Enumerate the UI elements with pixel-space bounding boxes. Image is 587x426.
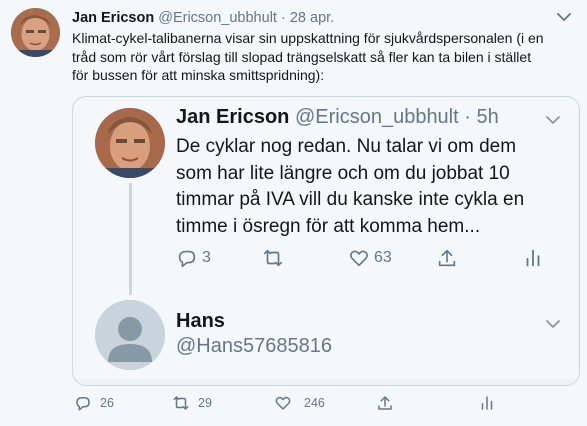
quote-text: De cyklar nog redan. Nu talar vi om dem … bbox=[176, 134, 524, 240]
quote-reply-count: 3 bbox=[202, 249, 211, 266]
quote-share-button[interactable] bbox=[436, 247, 458, 269]
reply-icon bbox=[178, 250, 196, 268]
share-button[interactable] bbox=[376, 394, 394, 412]
quote-cutoff bbox=[73, 379, 579, 385]
separator: · bbox=[276, 10, 290, 26]
analytics-icon bbox=[526, 249, 540, 267]
quote-analytics-button[interactable] bbox=[522, 247, 544, 269]
like-count: 246 bbox=[304, 396, 325, 410]
heart-icon bbox=[350, 250, 368, 267]
quote-retweet-button[interactable] bbox=[262, 247, 288, 269]
quote-time[interactable]: 5h bbox=[476, 106, 498, 128]
author-name[interactable]: Jan Ericson bbox=[72, 10, 154, 26]
quote-author-avatar[interactable] bbox=[95, 108, 165, 178]
reply-author-avatar[interactable] bbox=[95, 300, 165, 370]
quote-header: Jan Ericson @Ericson_ubbhult · 5h bbox=[176, 106, 499, 129]
tweet-header: Jan Ericson @Ericson_ubbhult · 28 apr. bbox=[72, 10, 334, 26]
reply-icon bbox=[76, 397, 90, 411]
tweet-actions: 26 29 246 bbox=[72, 394, 532, 414]
reply-author-handle[interactable]: @Hans57685816 bbox=[176, 335, 332, 358]
tweet-text: Klimat-cykel-talibanerna visar sin uppsk… bbox=[72, 29, 577, 85]
chevron-down-icon[interactable] bbox=[543, 317, 563, 331]
retweet-icon bbox=[173, 396, 189, 410]
reply-count: 26 bbox=[100, 396, 114, 410]
quote-text-line: timmar på IVA vill du kanske inte cykla … bbox=[176, 189, 525, 210]
quote-like-count: 63 bbox=[374, 249, 392, 266]
thread-connector-line bbox=[129, 183, 132, 295]
analytics-icon bbox=[481, 396, 493, 410]
quote-author-name[interactable]: Jan Ericson bbox=[176, 106, 289, 128]
like-button[interactable]: 246 bbox=[274, 394, 325, 412]
separator: · bbox=[458, 106, 477, 128]
retweet-button[interactable]: 29 bbox=[172, 394, 212, 412]
quote-text-line: som har lite längre och om du jobbat 10 bbox=[176, 162, 510, 184]
tweet[interactable]: Jan Ericson @Ericson_ubbhult · 28 apr. K… bbox=[0, 0, 587, 426]
heart-icon bbox=[275, 396, 291, 410]
quote-reply-button[interactable]: 3 bbox=[176, 247, 211, 269]
tweet-text-line: för bussen för att minska smittspridning… bbox=[72, 67, 325, 83]
author-handle[interactable]: @Ericson_ubbhult bbox=[158, 10, 277, 26]
author-avatar[interactable] bbox=[11, 8, 60, 57]
quote-text-line: timme i ösregn för att komma hem... bbox=[176, 215, 481, 237]
chevron-down-icon[interactable] bbox=[543, 113, 563, 127]
reply-author-name[interactable]: Hans bbox=[176, 310, 225, 333]
quoted-thread[interactable]: Jan Ericson @Ericson_ubbhult · 5h De cyk… bbox=[72, 96, 580, 386]
quote-author-handle[interactable]: @Ericson_ubbhult bbox=[295, 106, 459, 128]
share-icon bbox=[378, 396, 392, 410]
share-icon bbox=[438, 249, 456, 267]
quote-actions: 3 63 bbox=[176, 247, 546, 271]
analytics-button[interactable] bbox=[478, 394, 496, 412]
chevron-down-icon[interactable] bbox=[555, 10, 573, 24]
retweet-icon bbox=[263, 249, 283, 267]
tweet-date[interactable]: 28 apr. bbox=[290, 10, 334, 26]
retweet-count: 29 bbox=[198, 396, 212, 410]
quote-like-button[interactable]: 63 bbox=[348, 247, 392, 269]
tweet-text-line: Klimat-cykel-talibanerna visar sin uppsk… bbox=[72, 30, 544, 46]
quote-text-line: De cyklar nog redan. Nu talar vi om dem bbox=[176, 136, 517, 157]
reply-button[interactable]: 26 bbox=[74, 394, 114, 412]
tweet-text-line: tråd som rör vårt förslag till slopad tr… bbox=[72, 48, 532, 65]
